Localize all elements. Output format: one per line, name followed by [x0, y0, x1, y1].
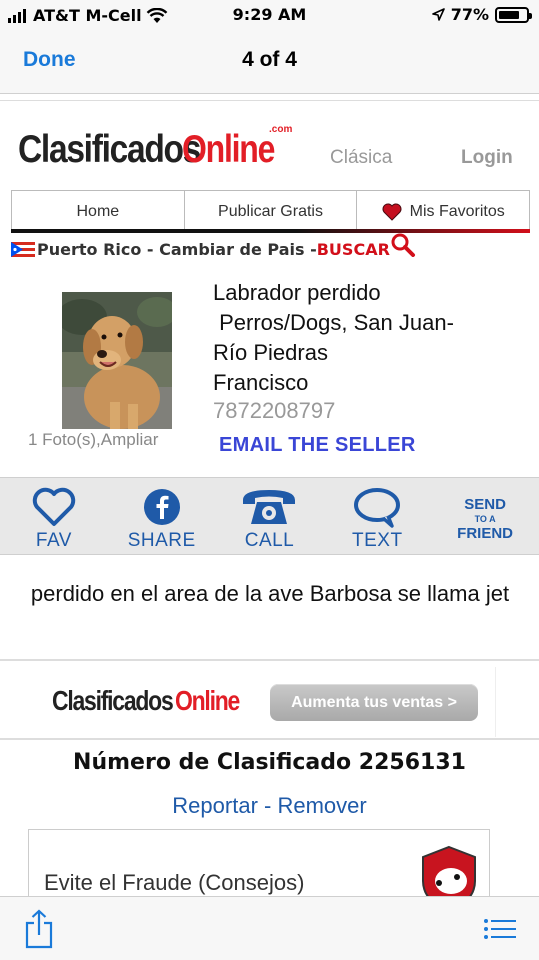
listing-photo[interactable]: [62, 292, 172, 429]
listing-title: Labrador perdido Perros/Dogs, San Juan- …: [213, 278, 523, 398]
ad-logo-online: Online: [174, 685, 240, 716]
logo-online-text: Online: [182, 128, 275, 171]
action-bar: FAV SHARE CALL TEXT SEND TO A FRIEND: [0, 477, 539, 555]
battery-info: 77%: [431, 5, 532, 24]
send-line-3: FRIEND: [457, 525, 513, 542]
listing-category: Perros/Dogs, San Juan-: [213, 310, 454, 335]
heart-outline-icon: [32, 487, 76, 526]
logo-text: Clasificados: [18, 128, 201, 171]
site-menu: Home Publicar Gratis Mis Favoritos: [11, 190, 530, 232]
ad-banner[interactable]: ClasificadosOnline Aumenta tus ventas >: [0, 659, 539, 740]
call-button[interactable]: CALL: [216, 478, 324, 554]
ad-logo: ClasificadosOnline: [52, 685, 253, 717]
send-to-friend-button[interactable]: SEND TO A FRIEND: [431, 478, 539, 554]
ad-logo-text: Clasificados: [52, 685, 174, 716]
menu-mis-favoritos[interactable]: Mis Favoritos: [357, 191, 529, 232]
list-icon[interactable]: [484, 919, 516, 939]
battery-percent: 77%: [450, 5, 489, 24]
send-line-1: SEND: [464, 496, 506, 513]
menu-home-label: Home: [76, 202, 120, 220]
report-links: Reportar - Remover: [0, 793, 539, 819]
classified-number: Número de Clasificado 2256131: [73, 750, 466, 775]
share-button[interactable]: SHARE: [108, 478, 216, 554]
status-bar: AT&T M-Cell 9:29 AM 77%: [0, 0, 539, 30]
share-icon[interactable]: [24, 909, 54, 949]
listing-title-line1: Labrador perdido: [213, 280, 381, 305]
report-separator: -: [257, 793, 278, 818]
photo-caption-link[interactable]: 1 Foto(s),Ampliar: [28, 430, 158, 450]
remove-link[interactable]: Remover: [277, 793, 366, 818]
email-seller-link[interactable]: EMAIL THE SELLER: [219, 434, 416, 457]
heart-icon: [382, 203, 402, 221]
menu-publicar-label: Publicar Gratis: [218, 202, 323, 220]
fav-label: FAV: [35, 530, 72, 551]
fraud-tips-label: Evite el Fraude (Consejos): [44, 870, 305, 895]
puerto-rico-flag-icon: [11, 242, 35, 257]
facebook-icon: [143, 489, 180, 525]
listing-location: Río Piedras: [213, 340, 328, 365]
listing-seller: Francisco: [213, 370, 309, 395]
send-line-2: TO A: [474, 514, 496, 524]
top-divider: [0, 96, 539, 101]
call-label: CALL: [244, 530, 295, 551]
location-text[interactable]: Puerto Rico - Cambiar de Pais -: [37, 240, 317, 259]
menu-underline: [11, 229, 530, 233]
battery-fill: [499, 10, 520, 19]
clasica-link[interactable]: Clásica: [330, 147, 392, 169]
menu-home[interactable]: Home: [12, 191, 185, 232]
buscar-link[interactable]: BUSCAR: [317, 240, 390, 259]
listing-description: perdido en el area de la ave Barbosa se …: [30, 581, 510, 606]
menu-publicar-gratis[interactable]: Publicar Gratis: [185, 191, 358, 232]
search-icon[interactable]: [391, 233, 417, 257]
page-count: 4 of 4: [242, 48, 297, 71]
listing-phone[interactable]: 7872208797: [213, 398, 335, 424]
site-logo[interactable]: Clasificados Online .com: [18, 124, 308, 174]
text-label: TEXT: [352, 530, 403, 551]
battery-icon: [495, 6, 532, 23]
fav-button[interactable]: FAV: [0, 478, 108, 554]
login-link[interactable]: Login: [461, 147, 513, 169]
send-to-friend-label: SEND TO A FRIEND: [457, 486, 513, 542]
navigation-bar: Done 4 of 4: [0, 30, 539, 94]
logo-com-text: .com: [269, 124, 293, 135]
ad-inner: ClasificadosOnline Aumenta tus ventas >: [44, 667, 496, 737]
menu-favoritos-label: Mis Favoritos: [409, 202, 505, 220]
text-button[interactable]: TEXT: [323, 478, 431, 554]
share-label: SHARE: [127, 530, 196, 551]
location-bar: Puerto Rico - Cambiar de Pais - BUSCAR: [11, 233, 417, 259]
chat-bubble-icon: [354, 488, 401, 528]
report-link[interactable]: Reportar: [172, 793, 258, 818]
phone-icon: [243, 490, 296, 524]
bottom-toolbar: [0, 896, 539, 960]
ad-cta-button[interactable]: Aumenta tus ventas >: [270, 684, 478, 721]
location-arrow-icon: [431, 8, 445, 21]
